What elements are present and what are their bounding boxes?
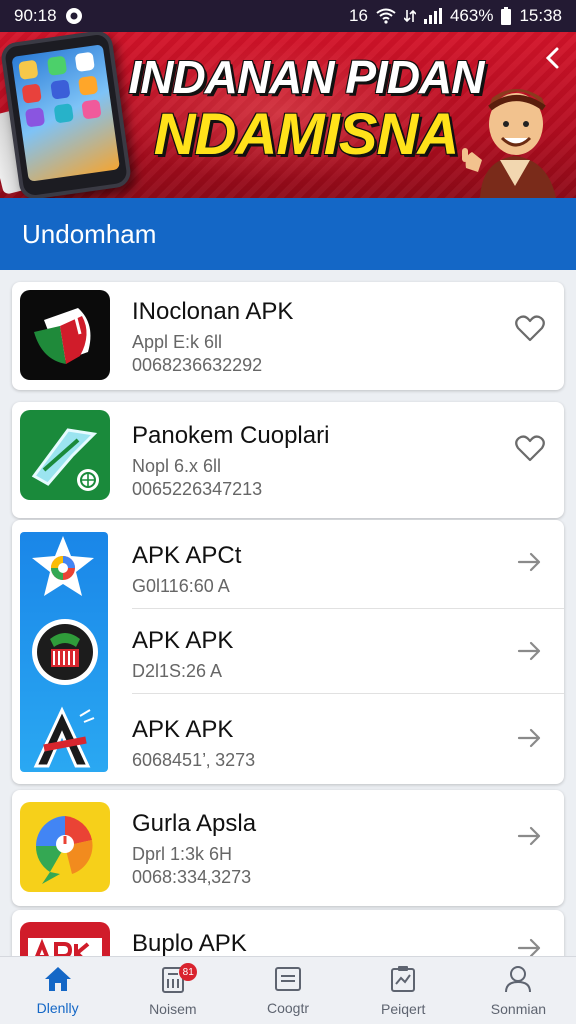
banner-title-line1: INDANAN PIDAN — [128, 51, 485, 103]
apex-a-icon — [28, 700, 100, 772]
app-name: Gurla Apsla — [132, 810, 257, 837]
app-meta: Nopl 6.x 6ll — [132, 456, 222, 476]
app-meta: Appl E:k 6ll — [132, 332, 223, 352]
phone-app-icon — [24, 107, 46, 128]
app-name: APK APCt — [132, 542, 242, 569]
arrow-right-icon[interactable] — [514, 722, 546, 754]
app-meta: 6068451’‚ 3273 — [132, 750, 256, 770]
nav-item-coogtr[interactable]: Coogtr — [230, 957, 345, 1024]
status-time-right: 15:38 — [519, 6, 562, 25]
nav-item-sonmian[interactable]: Sonmian — [461, 957, 576, 1024]
list-item[interactable]: Gurla Apsla Dprl 1:3k 6H 0068:334‚3273 — [12, 790, 564, 906]
nav-label: Sonmian — [490, 1001, 547, 1017]
section-header: Undomham — [0, 198, 576, 270]
app-icon — [20, 802, 110, 892]
phone-app-icon — [46, 55, 67, 76]
arrow-right-icon[interactable] — [514, 546, 546, 578]
battery-icon — [501, 7, 512, 25]
phone-app-icon — [81, 99, 102, 120]
heart-icon[interactable] — [514, 312, 546, 344]
wifi-icon — [376, 8, 396, 24]
app-meta: G0l116:60 A — [132, 576, 230, 596]
notification-icon — [65, 7, 83, 25]
home-icon — [43, 965, 73, 996]
app-text: Panokem Cuoplari Nopl 6.x 6ll 0065226347… — [132, 422, 329, 500]
app-text: APK APK 6068451’‚ 3273 — [132, 716, 255, 771]
phone-app-icon — [78, 75, 99, 96]
data-transfer-icon — [403, 8, 416, 24]
app-card[interactable]: INoclonan APK Appl E:k 6ll 0068236632292 — [12, 282, 564, 390]
banner-title-line2: NDAMISNA — [153, 102, 460, 167]
status-left: 90:18 — [14, 6, 83, 26]
app-icon — [20, 410, 110, 500]
promo-banner[interactable]: INDANAN PIDAN NDAMISNA — [0, 32, 576, 198]
badge-emblem-icon — [30, 617, 100, 687]
battery-percent: 463% — [449, 6, 494, 25]
banner-title: INDANAN PIDAN NDAMISNA — [126, 54, 486, 164]
list-item[interactable]: INoclonan APK Appl E:k 6ll 0068236632292 — [12, 282, 564, 390]
bottom-navigation: Dlenlly 81 Noisem Coogtr Peiqert Sonmian — [0, 956, 576, 1024]
section-title: Undomham — [22, 218, 157, 249]
document-icon — [273, 965, 303, 996]
app-code: 0068:334‚3273 — [132, 867, 252, 887]
mascot-illustration — [462, 89, 556, 198]
nav-item-noisem[interactable]: 81 Noisem — [115, 957, 230, 1024]
list-item[interactable]: APK APK 6068451’‚ 3273 — [12, 694, 564, 782]
status-right: 16 463% 15:38 — [349, 6, 562, 26]
app-text: INoclonan APK Appl E:k 6ll 0068236632292 — [132, 298, 293, 376]
arrow-right-icon[interactable] — [514, 820, 546, 852]
status-bar: 90:18 16 463% 15:38 — [0, 0, 576, 32]
app-name: INoclonan APK — [132, 298, 294, 325]
nav-item-peiqert[interactable]: Peiqert — [346, 957, 461, 1024]
phone-app-icon — [53, 103, 74, 124]
user-icon — [503, 964, 533, 997]
phone-app-icon — [18, 59, 39, 80]
app-meta: Dprl 1:3k 6H — [132, 844, 233, 864]
app-name: Panokem Cuoplari — [132, 422, 330, 449]
app-meta: D2l1S:26 A — [132, 661, 223, 681]
nav-label: Peiqert — [381, 1001, 426, 1017]
app-code: 0065226347213 — [132, 479, 263, 499]
notification-badge: 81 — [179, 963, 198, 981]
nav-label: Noisem — [149, 1001, 197, 1017]
phone-illustration — [0, 32, 133, 198]
app-name: APK APK — [132, 716, 234, 743]
heart-icon[interactable] — [514, 432, 546, 464]
arrow-right-icon[interactable] — [514, 635, 546, 667]
nav-label: Coogtr — [266, 1000, 310, 1016]
phone-app-icon — [21, 83, 42, 104]
nav-label: Dlenlly — [36, 1000, 79, 1016]
clipboard-chart-icon — [388, 964, 418, 997]
signal-icon — [423, 8, 442, 24]
app-card[interactable]: Panokem Cuoplari Nopl 6.x 6ll 0065226347… — [12, 402, 564, 518]
app-icon — [20, 290, 110, 380]
list-item[interactable]: APK APK D2l1S:26 A — [12, 609, 564, 693]
app-card[interactable]: Gurla Apsla Dprl 1:3k 6H 0068:334‚3273 — [12, 790, 564, 906]
phone-app-icon — [49, 79, 71, 100]
list-item[interactable]: Panokem Cuoplari Nopl 6.x 6ll 0065226347… — [12, 402, 564, 518]
list-item[interactable]: APK APCt G0l116:60 A — [12, 520, 564, 608]
app-text: Gurla Apsla Dprl 1:3k 6H 0068:334‚3273 — [132, 810, 256, 888]
app-text: Buplo APK — [132, 930, 247, 958]
phone-app-icon — [74, 51, 96, 72]
app-text: APK APK D2l1S:26 A — [132, 627, 233, 682]
maps-star-icon — [30, 534, 96, 600]
app-text: APK APCt G0l116:60 A — [132, 542, 241, 597]
app-code: 0068236632292 — [132, 355, 263, 375]
app-name: APK APK — [132, 627, 234, 654]
status-time-left: 90:18 — [14, 6, 57, 25]
network-type-label: 16 — [349, 6, 368, 25]
app-group-card: APK APCt G0l116:60 A APK APK D2l1S:26 A — [12, 520, 564, 784]
phone-screen — [11, 44, 121, 182]
app-name: Buplo APK — [132, 930, 247, 957]
nav-item-home[interactable]: Dlenlly — [0, 957, 115, 1024]
